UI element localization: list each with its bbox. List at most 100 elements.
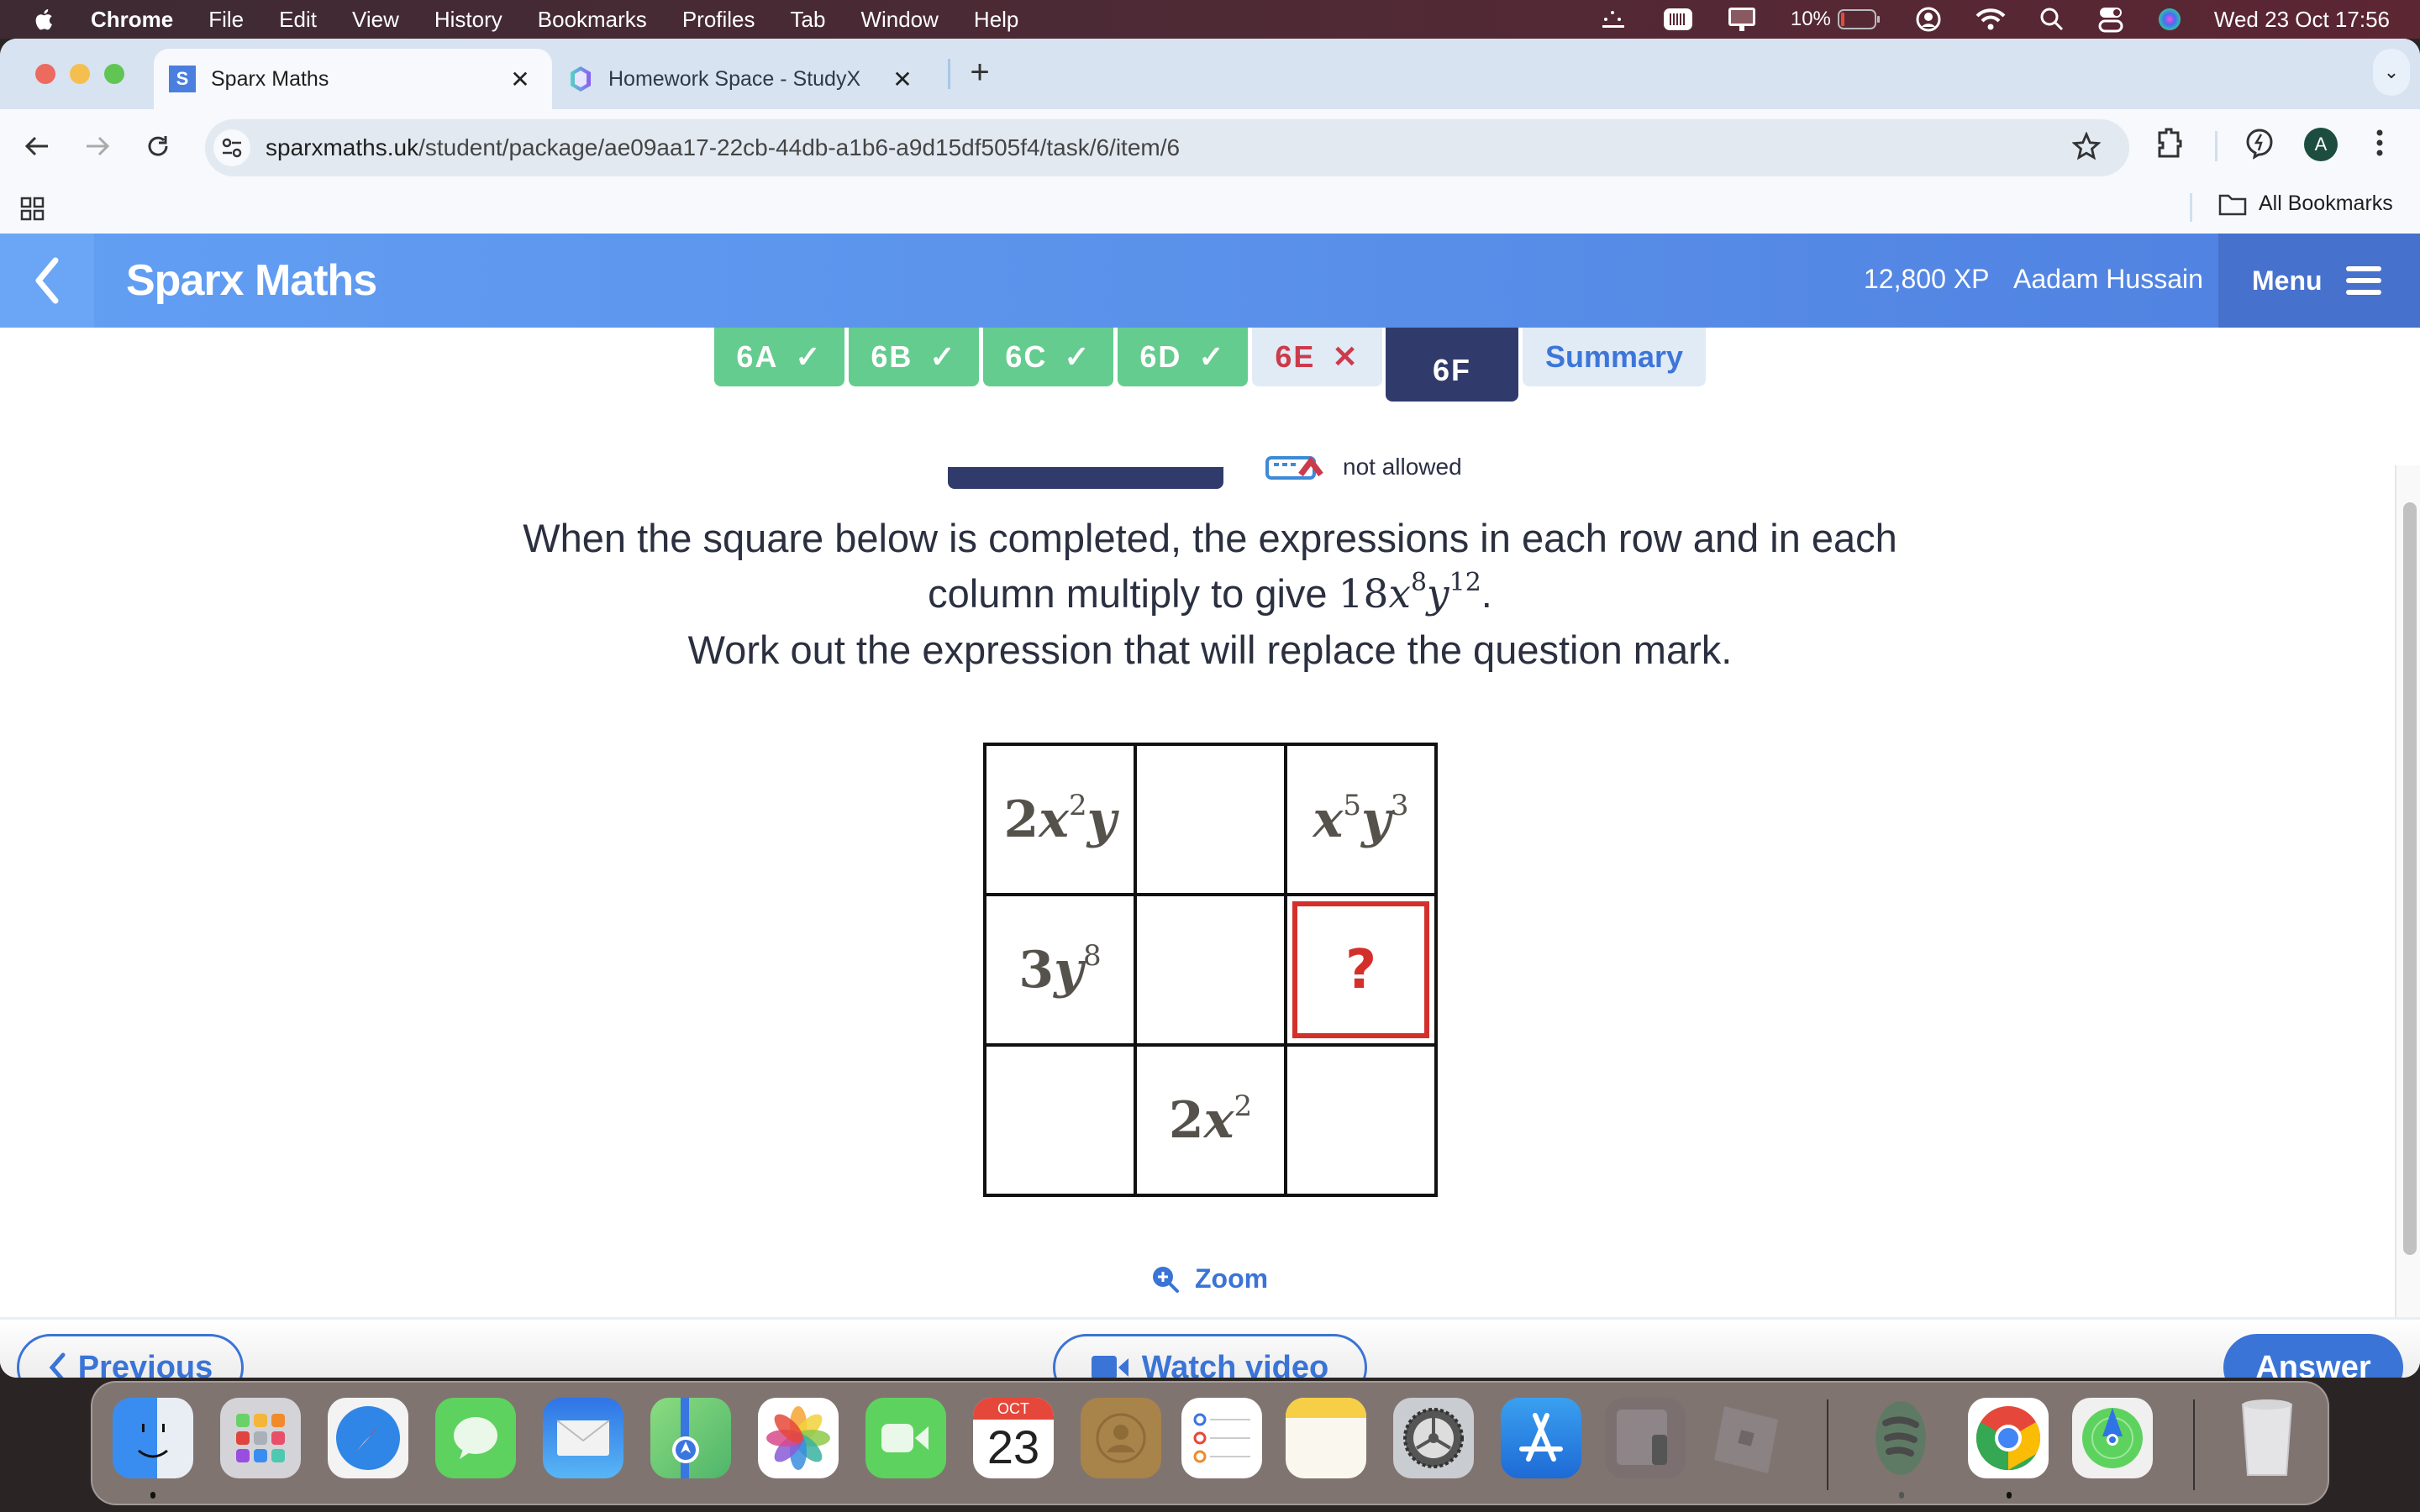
tab-sparx-maths[interactable]: S Sparx Maths ✕ [154,49,552,109]
dock-app-store-icon[interactable] [1501,1398,1581,1478]
cell-coefficient: 3 [1018,940,1055,1000]
dock-system-settings-icon[interactable] [1393,1398,1474,1478]
back-arrow-icon[interactable] [18,128,55,165]
menu-profiles[interactable]: Profiles [682,7,755,33]
answer-button[interactable]: Answer [2223,1334,2403,1378]
tab-6b[interactable]: 6B ✓ [849,328,979,386]
menu-app-chrome[interactable]: Chrome [91,7,173,33]
window-controls [35,64,124,84]
dock-launchpad-icon[interactable] [220,1398,301,1478]
cell-x-exponent: 2 [1069,788,1087,822]
display-icon[interactable] [1727,6,1757,33]
question-line-2: column multiply to give 18x8y12. [336,566,2084,622]
tab-search-chevron-icon[interactable]: ⌄ [2373,49,2410,96]
dock-messages-icon[interactable] [435,1398,516,1478]
menu-tab[interactable]: Tab [791,7,826,33]
dock-finder-icon[interactable] [113,1398,193,1478]
tab-homework-space[interactable]: Homework Space - StudyX ✕ [565,49,934,109]
page-scrollbar[interactable] [2395,465,2420,1317]
menu-help[interactable]: Help [974,7,1018,33]
dock-trash-icon[interactable] [2227,1398,2307,1478]
previous-button[interactable]: Previous [17,1334,244,1378]
url-text[interactable]: sparxmaths.uk/student/package/ae09aa17-2… [266,134,2072,161]
all-bookmarks-button[interactable]: All Bookmarks [2218,192,2393,216]
grid-cell-r0c2: x5y3 [1284,743,1438,896]
wifi-icon[interactable] [1975,8,2006,31]
chrome-menu-icon[interactable] [2375,128,2385,158]
user-name: Aadam Hussain [2013,264,2203,294]
dock-roblox-icon[interactable] [1706,1398,1786,1478]
dock-calendar-icon[interactable]: OCT 23 [973,1398,1054,1478]
dock-find-my-icon[interactable] [2072,1398,2153,1478]
fullscreen-window-button[interactable] [104,64,124,84]
chevron-left-icon [49,1352,66,1378]
site-info-icon[interactable] [213,129,250,166]
cell-x-exponent: 5 [1343,788,1361,822]
extensions-icon[interactable] [2154,128,2183,158]
apps-grid-icon[interactable] [20,197,45,226]
dock-maps-icon[interactable] [650,1398,731,1478]
tab-6c[interactable]: 6C ✓ [983,328,1113,386]
grid-cell-r1c1 [1134,893,1287,1047]
extension-bolt-icon[interactable] [2245,128,2274,160]
back-button[interactable] [0,234,94,328]
brand-logo[interactable]: Sparx Maths [126,255,377,306]
new-tab-button[interactable]: + [963,54,997,92]
product-x-exponent: 8 [1410,568,1428,597]
address-bar[interactable]: sparxmaths.uk/student/package/ae09aa17-2… [205,119,2129,176]
watch-video-button[interactable]: Watch video [1053,1334,1367,1378]
battery-icon[interactable]: 10% [1791,8,1881,31]
zoom-button[interactable]: Zoom [1151,1263,1268,1294]
menu-history[interactable]: History [434,7,502,33]
tab-summary[interactable]: Summary [1523,328,1706,386]
menu-file[interactable]: File [208,7,244,33]
close-window-button[interactable] [35,64,55,84]
scrollbar-thumb[interactable] [2403,502,2417,1255]
dock-facetime-icon[interactable] [865,1398,946,1478]
menu-bookmarks[interactable]: Bookmarks [538,7,647,33]
cell-coefficient: 2 [1003,790,1039,849]
user-icon[interactable] [1915,6,1942,33]
profile-avatar[interactable]: A [2304,128,2338,161]
zoom-label: Zoom [1195,1263,1269,1294]
dock-photos-icon[interactable] [758,1398,839,1478]
menu-window[interactable]: Window [860,7,938,33]
menubar-clock[interactable]: Wed 23 Oct 17:56 [2214,7,2390,33]
search-icon[interactable] [2039,7,2065,32]
sparx-page: Sparx Maths 12,800 XP Aadam Hussain Menu… [0,234,2420,1378]
menu-view[interactable]: View [352,7,399,33]
dock-preview-icon[interactable] [1605,1398,1686,1478]
control-center-icon[interactable] [2098,6,2123,33]
menu-button[interactable]: Menu [2218,234,2420,328]
profile-initial: A [2304,128,2338,161]
dock-chrome-icon[interactable] [1968,1398,2049,1478]
apple-menu-icon[interactable] [34,7,54,32]
dock-separator [1827,1399,1828,1490]
tab-6f[interactable]: 6F [1386,328,1518,402]
dock-mail-icon[interactable] [543,1398,623,1478]
tab-6d[interactable]: 6D ✓ [1118,328,1248,386]
close-tab-icon[interactable]: ✕ [886,66,919,93]
menu-edit[interactable]: Edit [279,7,317,33]
dock-contacts-icon[interactable] [1081,1398,1161,1478]
forward-arrow-icon[interactable] [79,128,116,165]
close-tab-icon[interactable]: ✕ [503,66,537,93]
dock-notes-icon[interactable] [1286,1398,1366,1478]
keyboard-icon[interactable] [1663,7,1693,32]
dotted-activity-icon[interactable] [1599,8,1629,30]
reload-icon[interactable] [139,128,176,165]
dock-safari-icon[interactable] [328,1398,408,1478]
toolbar-divider [2215,131,2217,161]
tab-label: Summary [1544,339,1684,374]
url-path: /student/package/ae09aa17-22cb-44db-a1b6… [418,134,1181,160]
cell-x-exponent: 2 [1234,1089,1253,1123]
dock-reminders-icon[interactable] [1181,1398,1262,1478]
siri-icon[interactable] [2157,7,2182,32]
check-icon: ✓ [1064,339,1092,374]
tab-6e[interactable]: 6E ✕ [1252,328,1382,386]
minimize-window-button[interactable] [70,64,90,84]
dock-spotify-icon[interactable] [1860,1398,1941,1478]
tab-6a[interactable]: 6A ✓ [714,328,844,386]
folder-icon [2218,194,2247,215]
bookmark-star-icon[interactable] [2071,130,2102,165]
